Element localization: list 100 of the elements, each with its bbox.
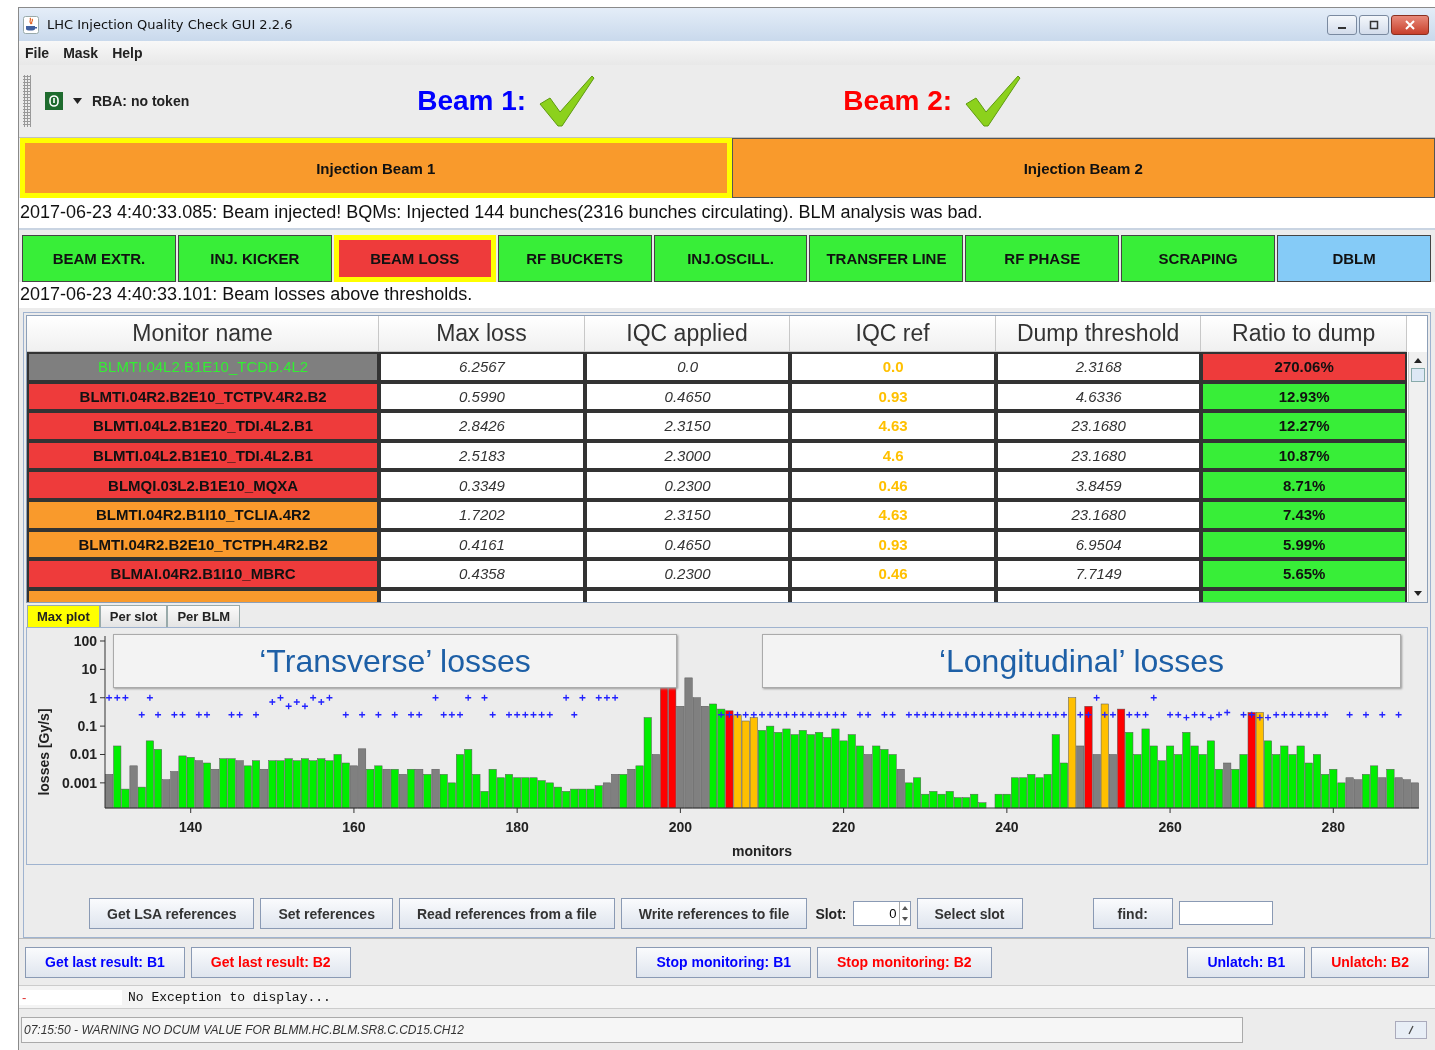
table-cell: 0.5990 [379,381,585,412]
tick-label: 240 [995,819,1019,835]
table-cell: 6.9504 [995,529,1202,560]
rba-status: RBA: no token [92,93,190,109]
reference-button[interactable]: Get LSA references [89,898,255,929]
ratio-cell: 7.43% [1201,499,1407,530]
table-cell: 2.3168 [995,352,1202,382]
action-button[interactable]: Get last result: B2 [190,946,351,978]
column-header[interactable]: Monitor name [27,316,380,352]
column-header[interactable]: Max loss [379,316,585,352]
injection-message: 2017-06-23 4:40:33.085: Beam injected! BQMs: Injected 144 bunches(2316 bunches circulating). BLM analysis was bad. [19,198,1435,230]
beam-status-label: Beam 1: [417,85,527,117]
check-button[interactable]: INJ. KICKER [177,235,332,282]
column-header[interactable]: Ratio to dump [1201,316,1407,352]
table-cell: 0.4358 [379,559,585,589]
ratio-cell: 12.27% [1201,411,1407,441]
tick-label: 0.01 [69,746,97,763]
table-cell: 0.4650 [584,381,791,412]
action-button[interactable]: Unlatch: B1 [1187,946,1306,978]
table-cell: 2.3000 [584,440,791,471]
table-cell: 0.4650 [584,529,791,560]
table-cell: 0.3349 [379,470,585,500]
action-button[interactable]: Get last result: B1 [25,946,185,978]
check-button[interactable]: DBLM [1277,235,1431,282]
check-button[interactable]: SCRAPING [1121,235,1276,282]
table-cell: 2.5183 [379,440,585,471]
monitor-cell: BLMTI.04R2.B2E10_TCTPH.4R2.B2 [27,529,380,560]
table-cell: 23.1680 [995,411,1202,441]
tick-label: 220 [831,819,856,835]
table-cell: 0.46 [790,559,996,589]
action-button[interactable]: Stop monitoring: B1 [636,946,812,978]
tick-label: 1 [89,689,97,706]
plot-tab[interactable]: Max plot [27,605,100,627]
plot-tab[interactable]: Per slot [99,605,168,627]
reference-button[interactable]: Read references from a file [398,898,615,929]
slot-label: Slot: [815,906,847,922]
table-cell: 0.2300 [584,559,791,589]
exception-marker: - [19,989,122,1005]
action-button[interactable]: Unlatch: B2 [1311,946,1429,978]
tick-label: 200 [668,819,693,835]
check-message: 2017-06-23 4:40:33.101: Beam losses above thresholds. [19,282,1435,308]
slot-spinner[interactable]: 0 [852,901,911,926]
tick-label: 0.001 [61,774,97,791]
ratio-cell: 10.87% [1201,440,1407,471]
table-cell: 0.0 [584,352,791,382]
reference-button[interactable]: Write references to file [620,898,808,929]
ratio-cell: 5.65% [1201,559,1407,589]
monitor-cell: BLMTI.04L2.B1E10_TCDD.4L2 [27,352,380,382]
table-cell: 0.93 [790,381,996,412]
monitor-cell: BLMTI.04L2.B1E10_TDI.4L2.B1 [27,440,380,471]
table-cell: 0.0 [790,352,996,382]
axis-title: monitors [732,843,792,859]
menu-item[interactable]: Mask [63,45,99,61]
tick-label: 100 [73,633,97,649]
check-button[interactable]: BEAM LOSS [333,235,496,282]
tick-label: 10 [81,661,97,678]
select-slot-button[interactable]: Select slot [916,898,1023,929]
table-cell: 7.7149 [995,559,1202,589]
ratio-cell: 270.06% [1201,352,1407,382]
tick-label: 180 [505,819,529,835]
table-cell: 4.6 [790,440,996,471]
check-button[interactable]: TRANSFER LINE [809,235,964,282]
ratio-cell: 8.71% [1201,470,1407,500]
table-cell: 3.8459 [995,470,1202,500]
table-cell: 4.6336 [995,381,1202,412]
tick-label: 280 [1321,819,1345,835]
menu-item[interactable]: Help [112,45,143,61]
table-cell: 2.3150 [584,499,791,530]
window-title: LHC Injection Quality Check GUI 2.2.6 [47,17,294,32]
table-cell: 0.2300 [584,470,791,500]
check-button[interactable]: RF PHASE [965,235,1120,282]
tick-label: 140 [179,819,203,835]
plot-tab[interactable]: Per BLM [167,605,241,627]
table-cell: 4.63 [790,411,996,441]
tick-label: 0.1 [77,718,97,735]
monitor-cell: BLMTI.04R2.B2E10_TCTPV.4R2.B2 [27,381,380,412]
reference-button[interactable]: Set references [260,898,393,929]
ratio-cell: 5.99% [1201,529,1407,560]
menu-item[interactable]: File [25,45,50,61]
annotation-label: ‘Longitudinal’ losses [762,634,1401,688]
ratio-cell: 12.93% [1201,381,1407,412]
monitor-cell: BLMTI.04L2.B1E20_TDI.4L2.B1 [27,411,380,441]
column-header[interactable]: Dump threshold [995,316,1202,352]
table-cell: 23.1680 [995,440,1202,471]
column-header[interactable]: IQC ref [790,316,996,352]
injection-tab[interactable]: Injection Beam 2 [731,138,1435,198]
column-header[interactable]: IQC applied [584,316,791,352]
table-cell: 2.3150 [584,411,791,441]
check-button[interactable]: INJ.OSCILL. [653,235,808,282]
table-cell: 0.46 [790,470,996,500]
check-button[interactable]: RF BUCKETS [497,235,652,282]
injection-tab[interactable]: Injection Beam 1 [20,138,732,198]
check-button[interactable]: BEAM EXTR. [22,235,176,282]
monitor-cell: BLMAI.04R2.B1I10_MBRC [27,559,380,589]
find-button[interactable]: find: [1092,898,1173,929]
monitor-cell: BLMTI.04R2.B1I10_TCLIA.4R2 [27,499,380,530]
table-cell: 6.2567 [379,352,585,382]
tick-label: 160 [342,819,366,835]
table-cell: 0.93 [790,529,996,560]
table-cell: 1.7202 [379,499,585,530]
